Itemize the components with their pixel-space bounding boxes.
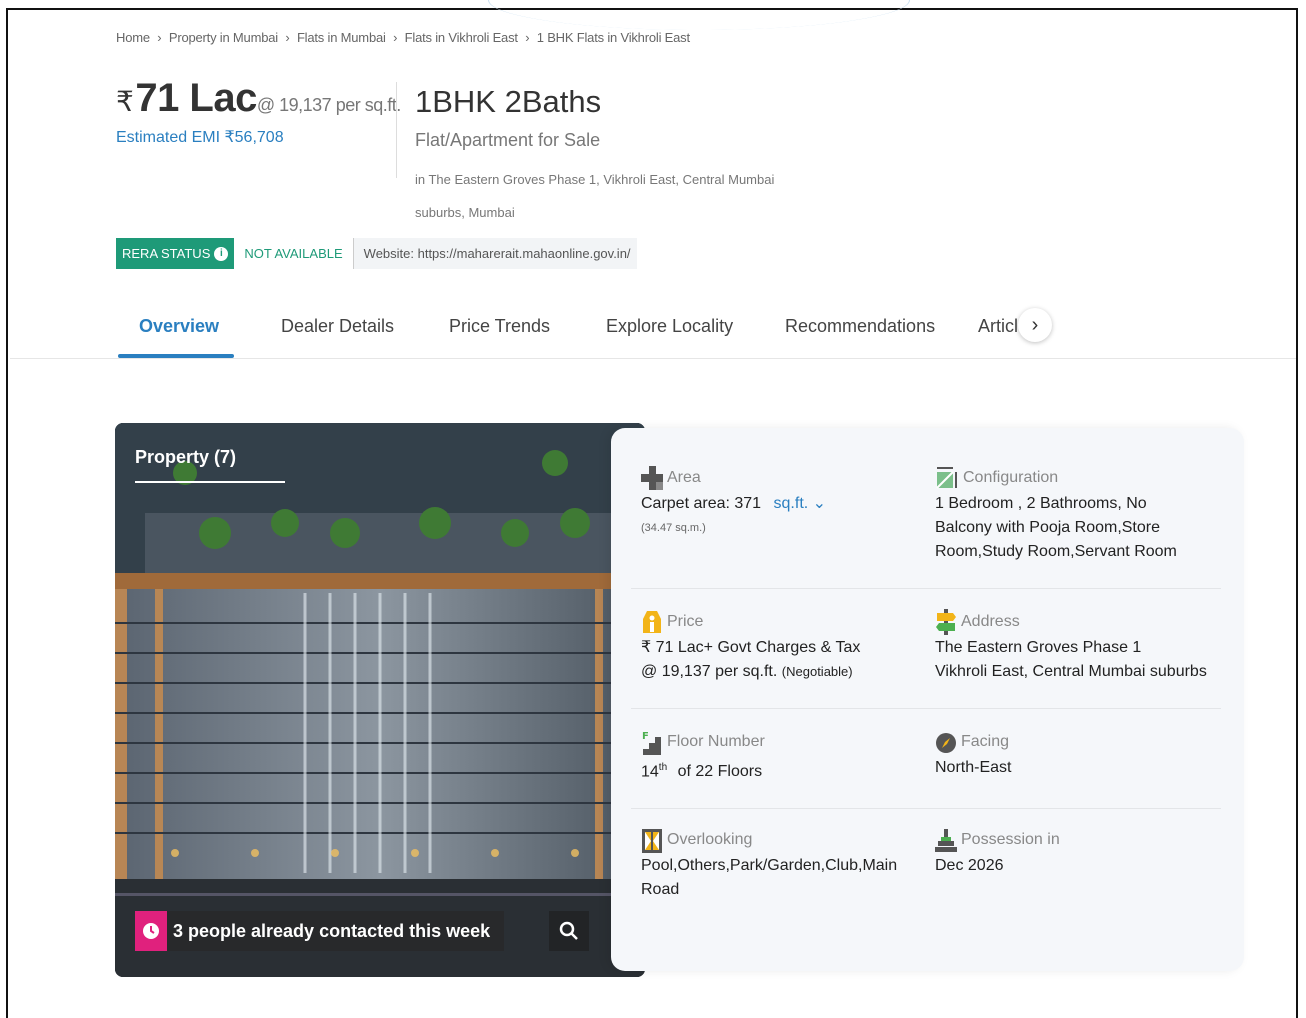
area-value: Carpet area: 371 — [641, 495, 762, 512]
window-icon — [642, 829, 662, 853]
rera-status-badge: RERA STATUS i — [116, 238, 235, 269]
contacted-badge: 3 people already contacted this week — [135, 911, 505, 951]
address-line1: The Eastern Groves Phase 1 — [935, 639, 1142, 656]
floor-label: Floor Number — [667, 733, 765, 750]
rera-website: Website: https://maharerait.mahaonline.g… — [353, 238, 637, 269]
tab-price-trends[interactable]: Price Trends — [449, 316, 550, 337]
tab-dealer-details[interactable]: Dealer Details — [281, 316, 394, 337]
property-location: in The Eastern Groves Phase 1, Vikhroli … — [415, 172, 775, 220]
area-sqm: (34.47 sq.m.) — [641, 522, 706, 534]
rera-status-label: RERA STATUS — [122, 246, 211, 261]
detail-area: Area Carpet area: 371 sq.ft. ⌄ (34.47 sq… — [641, 466, 921, 534]
row-divider — [631, 708, 1221, 709]
property-photo[interactable]: Property (7) 3 people already contacted … — [115, 423, 645, 977]
tabs-divider — [10, 358, 1296, 359]
property-type: Flat/Apartment for Sale — [415, 130, 601, 150]
building-image — [115, 423, 645, 977]
header-divider — [396, 82, 397, 178]
photo-count-label[interactable]: Property (7) — [135, 447, 236, 468]
configuration-icon — [936, 467, 957, 489]
info-icon[interactable]: i — [214, 246, 229, 261]
chevron-down-icon: ⌄ — [812, 495, 827, 512]
row-divider — [631, 808, 1221, 809]
possession-value: Dec 2026 — [935, 857, 1004, 874]
section-tabs: Overview Dealer Details Price Trends Exp… — [116, 300, 1066, 358]
price-line2: @ 19,137 per sq.ft. — [641, 663, 778, 680]
facing-label: Facing — [961, 733, 1010, 750]
area-label: Area — [667, 469, 701, 486]
detail-facing: Facing North-East — [935, 730, 1205, 780]
tab-article[interactable]: Article — [978, 316, 1020, 337]
title-block: 1BHK 2Baths Flat/Apartment for Sale in T… — [415, 84, 815, 229]
rera-status-value: NOT AVAILABLE — [234, 238, 354, 269]
estimated-emi-link[interactable]: Estimated EMI ₹56,708 — [116, 127, 401, 147]
detail-configuration: Configuration 1 Bedroom , 2 Bathrooms, N… — [935, 466, 1205, 564]
rera-bar: RERA STATUS i NOT AVAILABLE Website: htt… — [116, 238, 637, 269]
price-tag-icon — [643, 611, 661, 633]
rupee-symbol: ₹ — [116, 86, 134, 117]
breadcrumb: Home › Property in Mumbai › Flats in Mum… — [116, 30, 694, 45]
detail-possession: Possession in Dec 2026 — [935, 828, 1205, 878]
floor-icon: F — [642, 731, 661, 755]
area-unit-select[interactable]: sq.ft. ⌄ — [774, 495, 827, 512]
address-label: Address — [961, 613, 1020, 630]
signpost-icon — [936, 609, 956, 635]
possession-icon — [935, 829, 957, 852]
price-amount: ₹71 Lac@ 19,137 per sq.ft. — [116, 76, 401, 121]
area-icon — [641, 466, 663, 490]
facing-value: North-East — [935, 759, 1012, 776]
price-label: Price — [667, 613, 704, 630]
detail-address: Address The Eastern Groves Phase 1 Vikhr… — [935, 609, 1225, 684]
tab-overview[interactable]: Overview — [139, 316, 219, 337]
breadcrumb-current: 1 BHK Flats in Vikhroli East — [536, 30, 690, 45]
zoom-icon[interactable] — [549, 911, 589, 951]
property-details-card: Area Carpet area: 371 sq.ft. ⌄ (34.47 sq… — [611, 428, 1244, 971]
configuration-label: Configuration — [963, 469, 1059, 486]
property-title: 1BHK 2Baths — [415, 84, 602, 119]
chevron-right-icon[interactable]: › — [1018, 308, 1052, 342]
compass-icon — [936, 733, 956, 753]
photo-label-underline — [135, 481, 285, 483]
tab-explore-locality[interactable]: Explore Locality — [606, 316, 733, 337]
overlooking-label: Overlooking — [667, 831, 753, 848]
breadcrumb-flats-mumbai[interactable]: Flats in Mumbai › — [297, 30, 397, 45]
address-line2: Vikhroli East, Central Mumbai suburbs — [935, 663, 1207, 680]
clock-icon — [135, 911, 167, 951]
price-negotiable: (Negotiable) — [781, 664, 853, 679]
price-line1: ₹ 71 Lac+ Govt Charges & Tax — [641, 639, 861, 656]
breadcrumb-property-mumbai[interactable]: Property in Mumbai › — [169, 30, 290, 45]
breadcrumb-home[interactable]: Home › — [116, 30, 162, 45]
detail-floor: F Floor Number 14th of 22 Floors — [641, 730, 921, 784]
configuration-value: 1 Bedroom , 2 Bathrooms, No Balcony with… — [935, 495, 1177, 560]
breadcrumb-flats-vikhroli[interactable]: Flats in Vikhroli East › — [405, 30, 530, 45]
possession-label: Possession in — [961, 831, 1060, 848]
floor-number: 14 — [641, 763, 659, 781]
floor-total: of 22 Floors — [677, 763, 763, 781]
tab-recommendations[interactable]: Recommendations — [785, 316, 935, 337]
price-block: ₹71 Lac@ 19,137 per sq.ft. Estimated EMI… — [116, 76, 401, 147]
price-value: 71 Lac — [135, 76, 257, 120]
detail-price: Price ₹ 71 Lac+ Govt Charges & Tax @ 19,… — [641, 610, 921, 684]
floor-suffix: th — [658, 762, 668, 773]
price-per-sqft: @ 19,137 per sq.ft. — [256, 95, 401, 115]
decorative-arc — [488, 0, 910, 30]
overlooking-value: Pool,Others,Park/Garden,Club,Main Road — [641, 857, 898, 898]
detail-overlooking: Overlooking Pool,Others,Park/Garden,Club… — [641, 828, 931, 902]
svg-text:F: F — [642, 731, 649, 742]
row-divider — [631, 588, 1221, 589]
contacted-text: 3 people already contacted this week — [173, 920, 491, 941]
